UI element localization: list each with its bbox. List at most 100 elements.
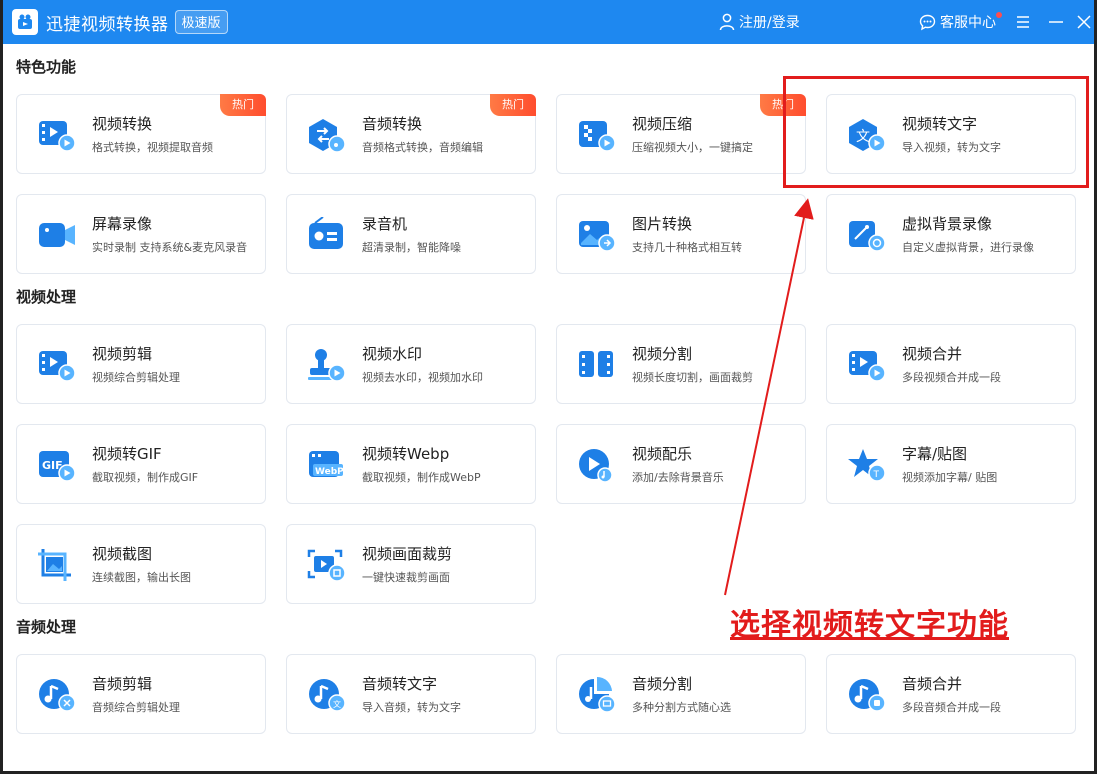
feature-title: 字幕/贴图 xyxy=(902,445,968,463)
audio-convert-icon xyxy=(307,117,347,153)
feature-desc: 压缩视频大小，一键搞定 xyxy=(632,141,753,154)
feature-title: 视频转GIF xyxy=(92,445,162,463)
recorder-icon xyxy=(307,217,347,253)
feature-card[interactable]: 视频转换格式转换，视频提取音频 热门 xyxy=(16,94,266,174)
close-icon xyxy=(1077,15,1091,29)
login-button[interactable]: 注册/登录 xyxy=(719,12,800,32)
feature-card[interactable]: 视频压缩 压缩视频大小，一键搞定 热门 xyxy=(556,94,806,174)
feature-card[interactable]: 文 音频转文字 导入音频，转为文字 xyxy=(286,654,536,734)
annotation-arrow xyxy=(724,198,814,596)
feature-card[interactable]: 音频剪辑 音频综合剪辑处理 xyxy=(16,654,266,734)
feature-title: 屏幕录像 xyxy=(92,215,153,233)
gif-icon: GIF xyxy=(37,447,77,483)
image-convert-icon xyxy=(577,217,617,253)
feature-desc: 音频格式转换，音频编辑 xyxy=(362,141,483,154)
highlight-box xyxy=(783,76,1089,188)
chat-icon xyxy=(919,14,936,30)
feature-title: 录音机 xyxy=(362,215,408,233)
edition-badge: 极速版 xyxy=(174,10,228,34)
menu-button[interactable] xyxy=(1013,12,1033,32)
feature-title: 音频剪辑 xyxy=(92,675,153,693)
feature-desc: 视频添加字幕/ 贴图 xyxy=(902,471,998,484)
virtual-bg-icon xyxy=(847,217,887,253)
watermark-icon xyxy=(307,347,347,383)
title-bar: 迅捷视频转换器 极速版 注册/登录 客服中心 xyxy=(3,0,1094,44)
feature-title: 音频转文字 xyxy=(362,675,438,693)
feature-title: 视频剪辑 xyxy=(92,345,153,363)
feature-title: 视频压缩 xyxy=(632,115,693,133)
feature-title: 视频转换 xyxy=(92,115,153,133)
feature-title: 音频分割 xyxy=(632,675,693,693)
bg-music-icon xyxy=(577,447,617,483)
feature-card[interactable]: 视频剪辑视频综合剪辑处理 xyxy=(16,324,266,404)
audio-merge-icon xyxy=(847,677,887,713)
feature-desc: 视频去水印，视频加水印 xyxy=(362,371,483,384)
feature-card[interactable]: 视频水印 视频去水印，视频加水印 xyxy=(286,324,536,404)
feature-desc: 自定义虚拟背景，进行录像 xyxy=(902,241,1034,254)
feature-card[interactable]: GIF 视频转GIF 截取视频，制作成GIF xyxy=(16,424,266,504)
feature-card[interactable]: 虚拟背景录像自定义虚拟背景，进行录像 xyxy=(826,194,1076,274)
notification-dot xyxy=(996,12,1002,18)
hot-badge: 热门 xyxy=(220,94,266,116)
feature-card[interactable]: 视频截图连续截图，输出长图 xyxy=(16,524,266,604)
section-title: 特色功能 xyxy=(16,58,77,76)
audio-edit-icon xyxy=(37,677,77,713)
feature-desc: 连续截图，输出长图 xyxy=(92,571,191,584)
video-convert-icon xyxy=(37,117,77,153)
screen-record-icon xyxy=(37,217,77,253)
feature-title: 音频转换 xyxy=(362,115,423,133)
feature-title: 视频合并 xyxy=(902,345,963,363)
menu-icon xyxy=(1017,16,1029,28)
feature-title: 视频转Webp xyxy=(362,445,450,463)
annotation-text: 选择视频转文字功能 xyxy=(730,608,1009,643)
feature-title: 视频配乐 xyxy=(632,445,693,463)
feature-card[interactable]: 音频合并 多段音频合并成一段 xyxy=(826,654,1076,734)
feature-title: 视频画面裁剪 xyxy=(362,545,453,563)
video-edit-icon xyxy=(37,347,77,383)
feature-card[interactable]: 音频分割多种分割方式随心选 xyxy=(556,654,806,734)
feature-card[interactable]: 视频合并多段视频合并成一段 xyxy=(826,324,1076,404)
feature-title: 虚拟背景录像 xyxy=(902,215,993,233)
audio-to-text-icon: 文 xyxy=(307,677,347,713)
feature-card[interactable]: 录音机超清录制，智能降噪 xyxy=(286,194,536,274)
login-label: 注册/登录 xyxy=(739,15,800,31)
close-button[interactable] xyxy=(1074,12,1094,32)
feature-desc: 格式转换，视频提取音频 xyxy=(92,141,213,154)
feature-desc: 多种分割方式随心选 xyxy=(632,701,731,714)
feature-desc: 实时录制 支持系统&麦克风录音 xyxy=(92,241,248,254)
app-title: 迅捷视频转换器 xyxy=(46,14,169,35)
feature-desc: 多段音频合并成一段 xyxy=(902,701,1001,714)
feature-card[interactable]: WebP 视频转Webp 截取视频，制作成WebP xyxy=(286,424,536,504)
feature-desc: 截取视频，制作成WebP xyxy=(362,471,481,484)
crop-icon xyxy=(307,547,347,583)
minimize-icon xyxy=(1049,21,1063,23)
feature-desc: 多段视频合并成一段 xyxy=(902,371,1001,384)
hot-badge: 热门 xyxy=(490,94,536,116)
feature-desc: 视频综合剪辑处理 xyxy=(92,371,180,384)
video-merge-icon xyxy=(847,347,887,383)
support-button[interactable]: 客服中心 xyxy=(919,12,1002,32)
svg-text:T: T xyxy=(873,470,880,480)
feature-desc: 超清录制，智能降噪 xyxy=(362,241,461,254)
video-split-icon xyxy=(577,347,617,383)
minimize-button[interactable] xyxy=(1046,12,1066,32)
subtitle-icon: T xyxy=(847,447,887,483)
feature-desc: 一键快速裁剪画面 xyxy=(362,571,450,584)
app-window: 迅捷视频转换器 极速版 注册/登录 客服中心 特色功能 视频转换格式转换，视频提… xyxy=(0,0,1097,774)
svg-text:WebP: WebP xyxy=(315,467,344,477)
feature-card[interactable]: 屏幕录像实时录制 支持系统&麦克风录音 xyxy=(16,194,266,274)
feature-desc: 截取视频，制作成GIF xyxy=(92,471,199,484)
section-title: 视频处理 xyxy=(16,288,77,306)
feature-card[interactable]: 视频画面裁剪一键快速裁剪画面 xyxy=(286,524,536,604)
section-title: 音频处理 xyxy=(16,618,77,636)
screenshot-icon xyxy=(37,547,77,583)
feature-title: 图片转换 xyxy=(632,215,693,233)
audio-split-icon xyxy=(577,677,617,713)
feature-card[interactable]: T 字幕/贴图视频添加字幕/ 贴图 xyxy=(826,424,1076,504)
user-icon xyxy=(719,13,735,31)
feature-title: 视频截图 xyxy=(92,545,153,563)
svg-text:文: 文 xyxy=(333,699,341,709)
support-label: 客服中心 xyxy=(940,15,996,31)
app-logo-icon xyxy=(12,9,38,35)
feature-card[interactable]: 音频转换音频格式转换，音频编辑 热门 xyxy=(286,94,536,174)
